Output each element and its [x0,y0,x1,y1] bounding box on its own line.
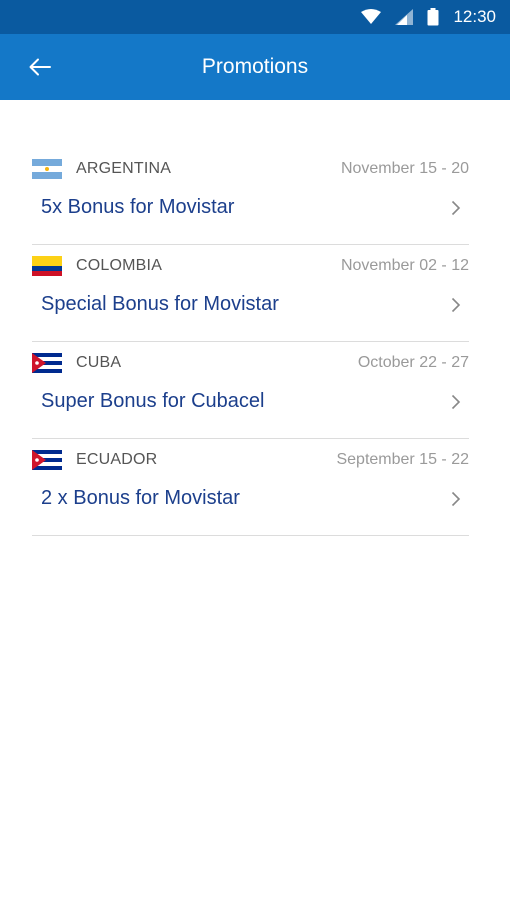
promotion-title[interactable]: 5x Bonus for Movistar [41,196,234,219]
promotion-dates: November 15 - 20 [340,160,469,177]
promotion-dates: September 15 - 22 [336,451,469,468]
country-name: ARGENTINA [76,160,172,177]
promotion-item-argentina[interactable]: ARGENTINA November 15 - 20 5x Bonus for … [32,148,469,245]
promotion-dates: October 22 - 27 [357,354,469,371]
promotion-item-cuba[interactable]: CUBA October 22 - 27 Super Bonus for Cub… [32,342,469,439]
arrow-left-icon [29,58,51,76]
chevron-right-icon [449,295,463,315]
page-title: Promotions [201,55,309,78]
battery-icon [427,8,439,26]
country-name: CUBA [76,354,122,371]
app-bar: Promotions [0,34,510,100]
promotion-item-colombia[interactable]: COLOMBIA November 02 - 12 Special Bonus … [32,245,469,342]
promotion-dates: November 02 - 12 [340,257,469,274]
country-name: COLOMBIA [76,257,163,274]
argentina-flag-icon [32,159,76,179]
signal-icon [395,9,414,25]
back-button[interactable] [26,53,54,81]
colombia-flag-icon [32,256,76,276]
status-time: 12:30 [453,7,496,26]
chevron-right-icon [449,198,463,218]
promotion-title[interactable]: Super Bonus for Cubacel [41,390,264,413]
promotion-title[interactable]: 2 x Bonus for Movistar [41,487,240,510]
status-bar: 12:30 [0,0,510,34]
promotions-list: ARGENTINA November 15 - 20 5x Bonus for … [0,148,510,536]
chevron-right-icon [449,489,463,509]
wifi-icon [361,9,382,25]
country-name: ECUADOR [76,451,158,468]
promotion-item-ecuador[interactable]: ECUADOR September 15 - 22 2 x Bonus for … [32,439,469,536]
chevron-right-icon [449,392,463,412]
promotion-title[interactable]: Special Bonus for Movistar [41,293,279,316]
cuba-flag-icon [32,450,76,470]
cuba-flag-icon [32,353,76,373]
